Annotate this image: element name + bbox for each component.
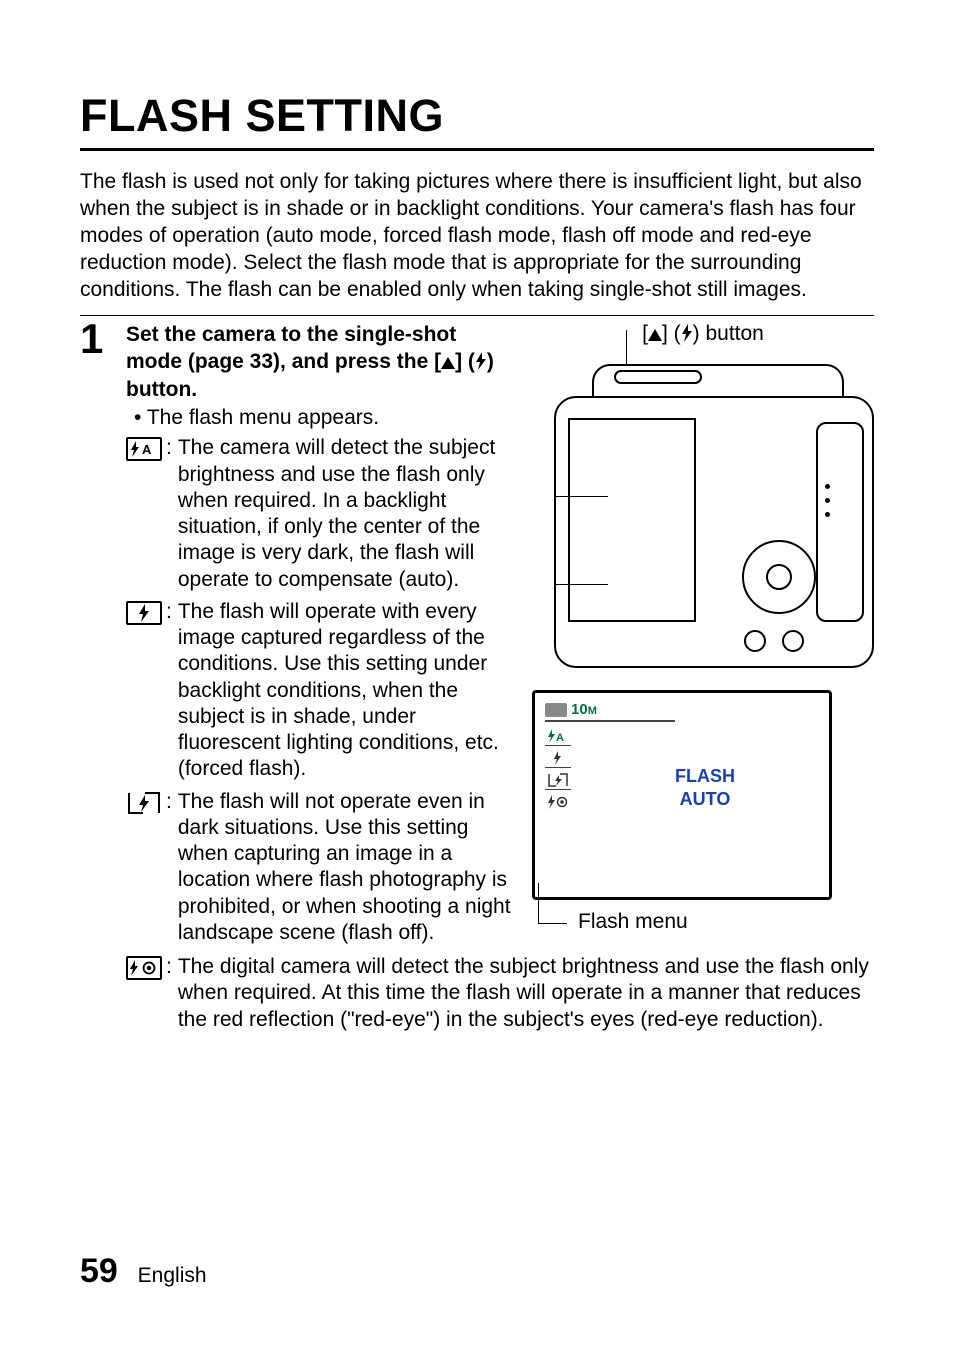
flash-mode-off: : The flash will not operate even in dar…	[126, 789, 514, 947]
button-callout-label: [] () button	[532, 322, 874, 348]
dpad-icon	[742, 540, 816, 614]
colon: :	[164, 789, 178, 815]
flash-redeye-icon	[126, 956, 162, 980]
page-title: FLASH SETTING	[80, 90, 874, 151]
flash-forced-text: The flash will operate with every image …	[178, 599, 514, 783]
svg-text:A: A	[142, 442, 152, 457]
screen-flash-off-icon	[545, 770, 571, 790]
flash-forced-icon	[126, 601, 162, 625]
screen-label-line1: FLASH	[625, 765, 785, 788]
flash-mode-auto: A : The camera will detect the subject b…	[126, 435, 514, 593]
flash-off-icon	[126, 791, 162, 815]
up-triangle-icon	[648, 329, 662, 341]
screen-flash-auto-icon: A	[545, 726, 571, 746]
divider	[80, 315, 874, 316]
step-head-b: ] (	[455, 350, 475, 373]
flash-icon	[681, 324, 693, 348]
flash-auto-icon: A	[126, 437, 162, 461]
flash-mode-forced: : The flash will operate with every imag…	[126, 599, 514, 783]
step-number: 1	[80, 320, 108, 358]
flash-menu-caption: Flash menu	[532, 910, 874, 934]
screen-mode-label: FLASH AUTO	[625, 765, 785, 810]
resolution-number: 10	[571, 701, 588, 718]
colon: :	[164, 954, 178, 980]
intro-paragraph: The flash is used not only for taking pi…	[80, 169, 874, 303]
flash-icon	[475, 351, 487, 377]
page-footer: 59 English	[80, 1252, 207, 1291]
step-bullet-text: The flash menu appears.	[147, 406, 379, 429]
page-number: 59	[80, 1252, 118, 1290]
camera-illustration	[532, 356, 874, 676]
colon: :	[164, 599, 178, 625]
camera-screen-illustration: 10M A	[532, 690, 832, 900]
btn-label-b: ] (	[662, 322, 681, 345]
svg-text:A: A	[556, 732, 564, 743]
flash-auto-text: The camera will detect the subject brigh…	[178, 435, 514, 593]
flash-redeye-text: The digital camera will detect the subje…	[178, 954, 874, 1033]
step-head-a: Set the camera to the single-shot mode (…	[126, 323, 456, 372]
screen-flash-forced-icon	[545, 748, 571, 768]
step-heading: Set the camera to the single-shot mode (…	[126, 322, 514, 403]
btn-label-c: ) button	[693, 322, 764, 345]
up-triangle-icon	[441, 357, 455, 369]
flash-off-text: The flash will not operate even in dark …	[178, 789, 514, 947]
resolution-indicator: 10M	[571, 701, 597, 718]
camera-mode-icon	[545, 703, 567, 717]
resolution-suffix: M	[588, 705, 597, 717]
flash-mode-redeye: : The digital camera will detect the sub…	[126, 954, 874, 1033]
page-language: English	[138, 1264, 207, 1287]
screen-label-line2: AUTO	[625, 788, 785, 811]
screen-flash-redeye-icon	[545, 792, 571, 812]
step-bullet: • The flash menu appears.	[134, 405, 514, 431]
colon: :	[164, 435, 178, 461]
